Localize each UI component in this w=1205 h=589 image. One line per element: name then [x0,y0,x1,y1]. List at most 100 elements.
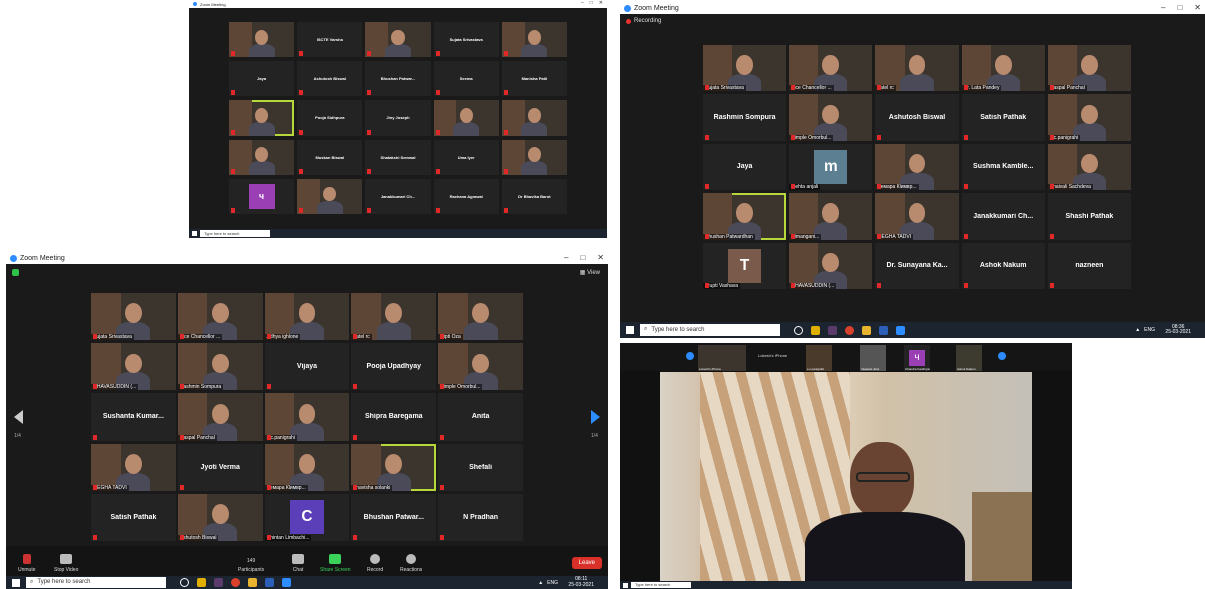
participant-tile[interactable]: Чемара Кlимвр... [875,143,959,191]
thumb-tile[interactable]: Lokesh's iPhone [698,345,746,371]
cortana-icon[interactable] [180,578,189,587]
taskbar-search[interactable]: ⌕ Type here to search [640,323,780,337]
taskbar-search[interactable]: Type here to search [200,229,270,238]
minimize-icon[interactable]: – [1161,3,1165,12]
participant-tile[interactable]: Dimple Omorbul... [438,343,523,391]
start-icon[interactable] [192,231,197,236]
participant-tile[interactable]: Janakkumari Ch... [365,178,431,214]
participant-tile[interactable]: Bhushan Patwardhan [703,193,787,240]
close-icon[interactable]: ✕ [599,0,603,6]
participant-tile[interactable]: Pooja Sidhpura [297,100,363,136]
taskbar-search[interactable]: ⌕ Type here to search [26,577,166,588]
window-controls[interactable]: – □ ✕ [1161,3,1201,12]
participant-tile[interactable]: Rashmin Sompura [703,94,787,141]
close-icon[interactable]: ✕ [597,253,604,262]
record-button[interactable]: Record [367,554,383,573]
start-icon[interactable] [12,578,20,587]
participant-tile[interactable]: Sujata Srivastava [703,45,787,92]
participant-tile[interactable]: Dr. Sunayana Ka... [875,242,959,289]
participant-tile[interactable]: Anita [438,393,523,441]
participants-button[interactable]: 149 Participants [238,558,264,573]
participant-tile[interactable]: Shashi Pathak [1047,193,1131,240]
start-icon[interactable] [623,582,628,588]
taskbar-clock[interactable]: 08:36 25-03-2021 [1165,324,1191,336]
participant-tile[interactable]: Shipra Baregama [351,393,437,441]
participant-tile[interactable]: Dr Bhavika Barot [501,178,567,214]
participant-tile[interactable]: Ashutosh Biswal [177,493,263,541]
participant-tile[interactable] [501,139,567,175]
word-icon[interactable] [265,578,274,587]
taskbar-search[interactable]: Type here to search [631,581,691,589]
prev-page-button[interactable]: 1/4 [14,410,23,442]
participant-tile[interactable]: Jaya [229,61,295,97]
participant-tile[interactable]: Daspal Panchal [1047,45,1131,92]
stop-video-button[interactable]: Stop Video [54,554,78,573]
thumb-tile[interactable]: s.c.panigrahi [806,345,832,371]
start-icon[interactable] [626,326,634,334]
participant-tile[interactable]: s.c.panigrahi [1047,94,1131,141]
shield-icon[interactable] [12,269,19,276]
chat-button[interactable]: Chat [292,554,304,573]
minimize-icon[interactable]: – [581,0,584,6]
participant-tile[interactable]: Ashok Nakum [961,242,1045,289]
browser-icon[interactable] [845,325,854,335]
zoom-taskbar-icon[interactable] [282,578,291,587]
participant-tile[interactable]: Shatakshi Semwal [365,139,431,175]
participant-tile[interactable]: Ashutosh Biswal [297,61,363,97]
lang-label[interactable]: ENG [547,580,558,586]
participant-tile[interactable]: MEGHA TADVI [875,193,959,240]
participant-tile[interactable] [229,22,295,58]
slack-icon[interactable] [214,578,223,587]
next-thumbs-icon[interactable] [998,352,1006,360]
maximize-icon[interactable]: □ [590,0,593,6]
slack-icon[interactable] [828,325,837,335]
participant-tile[interactable]: Vice Chancellor ... [177,293,263,341]
participant-tile[interactable] [297,178,363,214]
participant-tile[interactable]: s.c.panigrahi [264,393,350,441]
participant-tile[interactable]: Vijaya [264,343,350,391]
participant-tile[interactable]: nazneen [1047,242,1131,289]
network-icon[interactable]: ▲ [538,580,543,586]
thumb-tile[interactable]: Ashok Nakum [956,345,982,371]
word-icon[interactable] [879,325,888,335]
close-icon[interactable]: ✕ [1194,3,1201,12]
participant-tile[interactable]: ISCTE Varsha [297,22,363,58]
participant-tile[interactable] [433,100,499,136]
thumb-tile[interactable]: ч Chandra Kanthiyar [904,345,930,371]
participant-tile[interactable]: GHAVASUDDIN (... [91,343,176,391]
unmute-button[interactable]: Unmute [18,554,36,573]
participant-tile[interactable]: Rachana Agrawal [433,178,499,214]
reactions-button[interactable]: Reactions [400,554,422,573]
participant-tile[interactable]: Sushma Kamble... [961,143,1045,191]
participant-tile[interactable] [365,22,431,58]
participant-tile[interactable]: Jiny Joseph [365,100,431,136]
participant-tile[interactable]: Dipti Oza [438,293,523,341]
participant-tile[interactable]: Dr. Lata Pandey [961,45,1045,92]
window-controls[interactable]: – □ ✕ [581,0,603,6]
participant-tile[interactable]: Sujata Srivastava [433,22,499,58]
participant-tile[interactable] [229,139,295,175]
participant-tile[interactable]: Sushanta Kumar... [91,393,176,441]
participant-tile[interactable]: ч [229,178,295,214]
participant-tile[interactable]: Muskan Biswal [297,139,363,175]
participant-tile[interactable]: m mehta anjali [789,143,873,191]
participant-tile[interactable]: Janakkumari Ch... [961,193,1045,240]
participant-tile[interactable]: Jyoti Verma [177,443,263,491]
participant-tile[interactable]: Satish Pathak [91,493,176,541]
cortana-icon[interactable] [794,325,803,335]
file-explorer-icon[interactable] [248,578,257,587]
leave-button[interactable]: Leave [571,557,602,569]
participant-tile[interactable]: N Pradhan [438,493,523,541]
window-controls[interactable]: – □ ✕ [564,253,604,262]
file-explorer-icon[interactable] [862,325,871,335]
participant-tile[interactable] [229,100,295,136]
participant-tile[interactable]: Daspal Panchal [177,393,263,441]
participant-tile[interactable]: Seema [433,61,499,97]
participant-tile[interactable]: bhavisha solanki [351,443,437,491]
participant-tile[interactable]: Rashmin Sompura [177,343,263,391]
participant-tile[interactable]: patel rc [351,293,437,341]
participant-tile[interactable] [501,100,567,136]
chrome-icon[interactable] [197,578,206,587]
lang-label[interactable]: ENG [1144,327,1155,333]
browser-icon[interactable] [231,578,240,587]
